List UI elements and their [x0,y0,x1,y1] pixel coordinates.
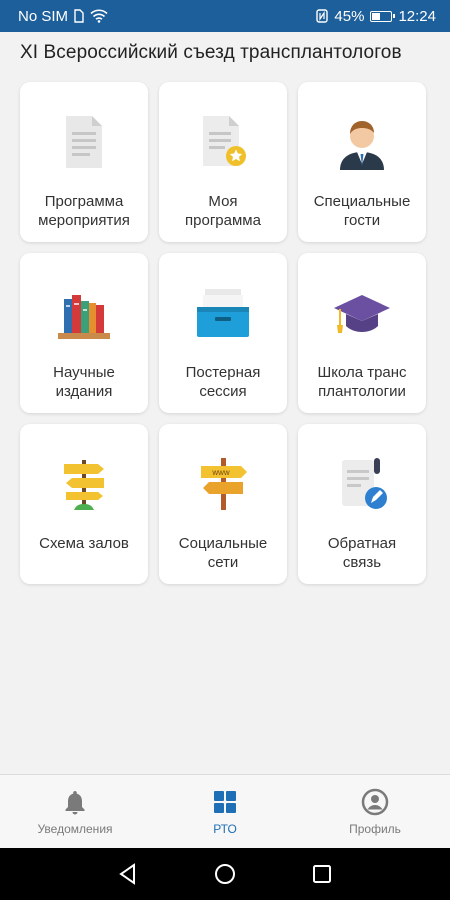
nav-label: РТО [213,821,237,836]
system-nav-bar [0,848,450,900]
nav-notifications[interactable]: Уведомления [0,775,150,848]
bottom-nav: Уведомления РТО Профиль [0,774,450,848]
nav-rto[interactable]: РТО [150,775,300,848]
battery-percent: 45% [334,7,365,25]
tile-label: Социальные сети [178,535,268,571]
tile-label: Программа мероприятия [38,193,130,229]
starred-document-icon [191,110,255,174]
nfc-icon [316,9,329,23]
archive-box-icon [191,281,255,345]
menu-grid: Программа мероприятия Моя программа Спец… [20,82,428,584]
tile-special-guests[interactable]: Специальные гости [298,82,426,242]
nav-label: Уведомления [37,821,113,836]
tile-my-program[interactable]: Моя программа [159,82,287,242]
tile-label: Моя программа [185,193,261,229]
books-icon [52,281,116,345]
www-signpost-icon: www [191,452,255,516]
signpost-icon [52,452,116,516]
tile-label: Школа транс плантологии [317,364,407,400]
tile-social-networks[interactable]: www Социальные сети [159,424,287,584]
tile-label: Специальные гости [313,193,411,229]
tile-transplant-school[interactable]: Школа транс плантологии [298,253,426,413]
tile-scientific-publications[interactable]: Научные издания [20,253,148,413]
tile-label: Схема залов [39,535,129,552]
bell-icon [65,790,85,814]
tile-label: Постерная сессия [185,364,261,400]
tile-label: Научные издания [53,364,115,400]
tile-hall-map[interactable]: Схема залов [20,424,148,584]
battery-icon [370,10,396,22]
nav-label: Профиль [349,821,401,836]
page-title: XI Всероссийский съезд трансплантологов [20,42,402,63]
tile-poster-session[interactable]: Постерная сессия [159,253,287,413]
feedback-scroll-icon [330,452,394,516]
grid-icon [214,790,236,813]
guest-person-icon [330,110,394,174]
profile-icon [361,788,389,815]
svg-text:www: www [211,468,230,477]
clock: 12:24 [398,7,436,25]
no-sim-icon [74,9,84,23]
document-icon [52,110,116,174]
tile-label: Обратная связь [327,535,397,571]
nav-profile[interactable]: Профиль [300,775,450,848]
tile-event-program[interactable]: Программа мероприятия [20,82,148,242]
graduation-cap-icon [330,281,394,345]
carrier-label: No SIM [18,7,69,25]
tile-feedback[interactable]: Обратная связь [298,424,426,584]
wifi-icon [90,9,108,23]
home-icon[interactable] [212,861,238,887]
status-bar: No SIM 45% 12:24 [0,0,450,32]
back-icon[interactable] [115,861,141,887]
battery-level-fill [372,12,381,20]
recents-icon[interactable] [309,861,335,887]
